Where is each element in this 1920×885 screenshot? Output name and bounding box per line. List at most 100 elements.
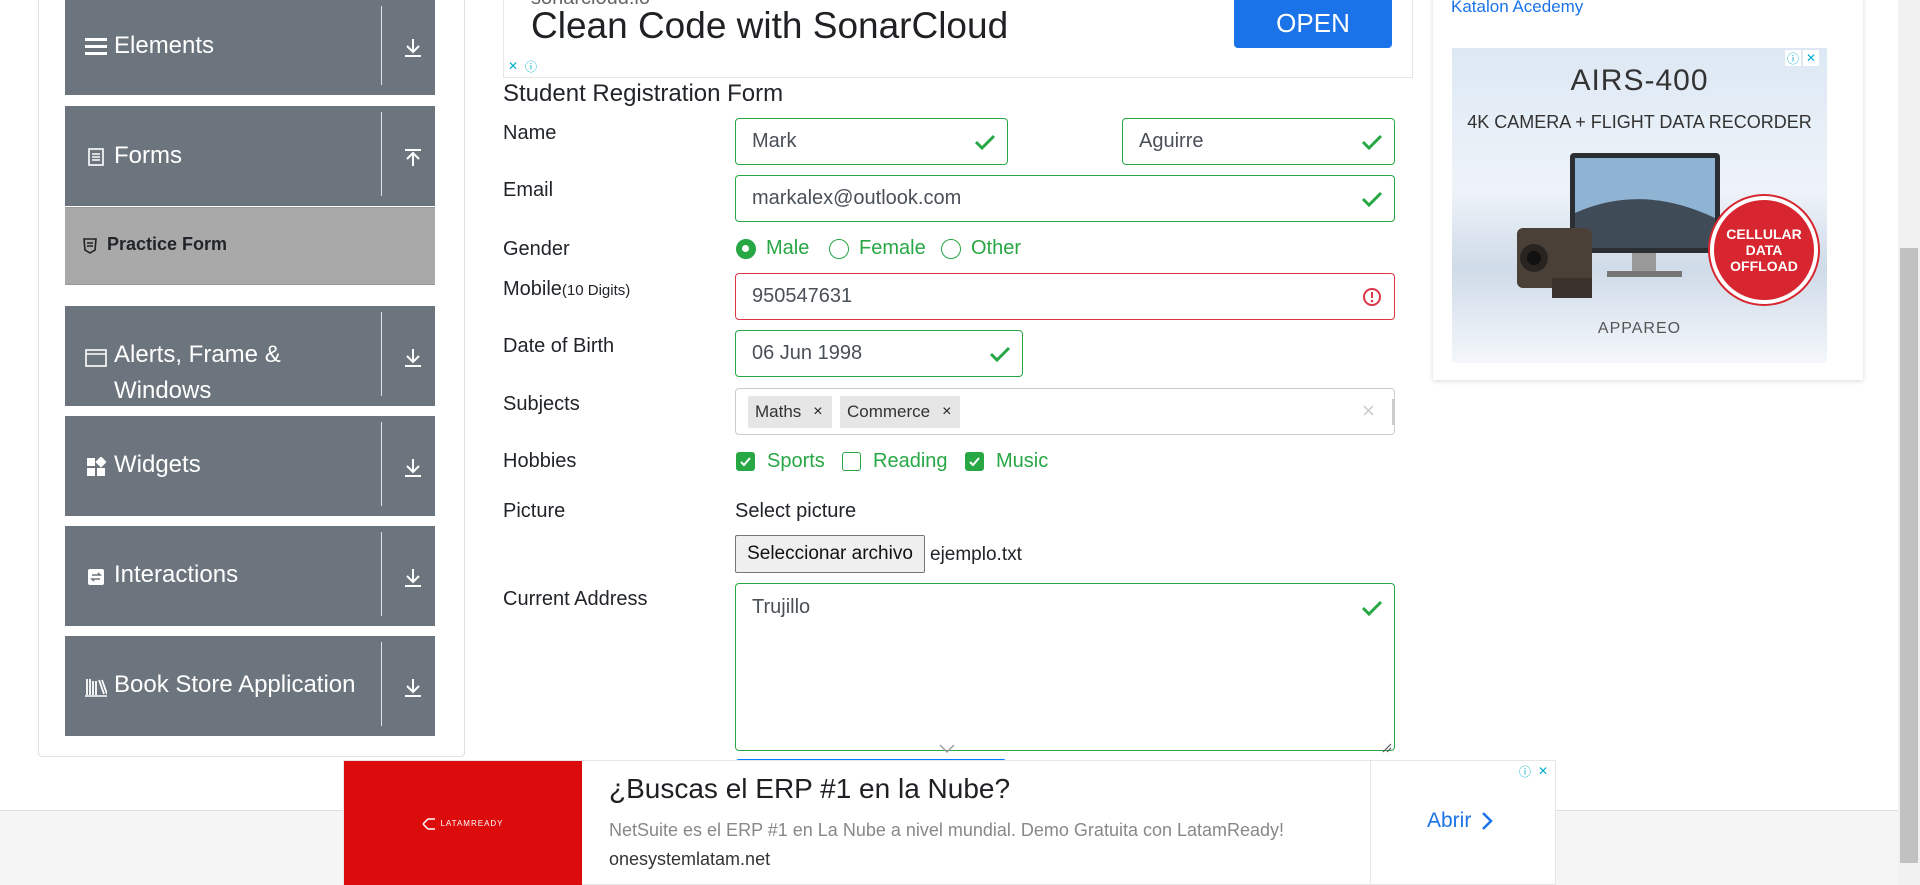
- sidebar-group-label: Forms: [114, 142, 182, 169]
- radio-button[interactable]: [941, 238, 961, 259]
- divider: [1392, 399, 1394, 425]
- radio-label[interactable]: Female: [859, 237, 926, 260]
- checkbox[interactable]: [965, 452, 984, 471]
- divider: [381, 312, 382, 396]
- choose-file-button[interactable]: Seleccionar archivo: [735, 535, 925, 573]
- resize-grip-icon[interactable]: [1380, 736, 1392, 753]
- ad-choices[interactable]: ⓘ ✕: [1517, 763, 1551, 779]
- picture-label: Picture: [503, 500, 566, 522]
- ad-subheadline: 4K CAMERA + FLIGHT DATA RECORDER: [1467, 112, 1812, 132]
- first-name-input[interactable]: Mark: [735, 118, 1008, 165]
- chip-remove-icon[interactable]: ×: [942, 403, 951, 421]
- hobby-checkbox-music[interactable]: Music: [965, 450, 1048, 473]
- email-label: Email: [503, 179, 554, 201]
- info-icon[interactable]: ⓘ: [1785, 50, 1801, 66]
- check-icon: [973, 130, 997, 154]
- sidebar-item-label: Practice Form: [107, 234, 228, 254]
- sidebar-group-forms[interactable]: Forms: [65, 106, 435, 206]
- checkbox-label[interactable]: Music: [996, 450, 1048, 473]
- ad-headline: AIRS-400: [1570, 64, 1709, 97]
- mobile-input[interactable]: 950547631: [735, 273, 1395, 320]
- last-name-input[interactable]: Aguirre: [1122, 118, 1395, 165]
- shield-icon: [83, 238, 97, 259]
- top-ad-banner[interactable]: sonarcloud.io Clean Code with SonarCloud…: [503, 0, 1413, 78]
- sidebar-group-label: Alerts, Frame &: [114, 341, 281, 368]
- document-icon: [85, 146, 107, 168]
- ad-headline[interactable]: Clean Code with SonarCloud: [531, 5, 1008, 47]
- checkbox[interactable]: [842, 452, 861, 471]
- divider: [381, 422, 382, 506]
- ad-choices[interactable]: ✕ ⓘ: [505, 58, 539, 74]
- sidebar-group-alerts[interactable]: Alerts, Frame & Windows: [65, 306, 435, 406]
- ad-open-button[interactable]: OPEN: [1234, 0, 1392, 48]
- sidebar-group-label: Widgets: [114, 451, 201, 478]
- gender-radio-other[interactable]: Other: [941, 237, 1021, 260]
- hamburger-icon: [85, 35, 107, 57]
- checkbox-label[interactable]: Sports: [767, 450, 825, 473]
- sidebar-group-label: Elements: [114, 32, 215, 59]
- sidebar-item-practice-form[interactable]: Practice Form: [65, 207, 435, 285]
- check-icon: [1360, 596, 1384, 620]
- divider: [381, 112, 382, 196]
- download-arrow-icon[interactable]: [401, 456, 425, 480]
- sidebar-group-elements[interactable]: Elements: [65, 0, 435, 95]
- subject-chip: Maths ×: [748, 396, 832, 428]
- download-arrow-icon[interactable]: [401, 36, 425, 60]
- sidebar-group-label-line2: Windows: [114, 377, 212, 404]
- subjects-label: Subjects: [503, 393, 580, 415]
- radio-button[interactable]: [736, 238, 756, 259]
- sidebar-group-widgets[interactable]: Widgets: [65, 416, 435, 516]
- katalon-ad-link[interactable]: Katalon Acedemy: [1451, 0, 1583, 17]
- chip-label: Maths: [755, 402, 802, 421]
- close-icon[interactable]: ✕: [1803, 50, 1819, 66]
- clear-all-icon[interactable]: ×: [1362, 398, 1375, 424]
- checkbox[interactable]: [736, 452, 755, 471]
- check-icon: [1360, 130, 1384, 154]
- download-arrow-icon[interactable]: [401, 566, 425, 590]
- radio-label[interactable]: Male: [766, 237, 809, 260]
- ad-description[interactable]: NetSuite es el ERP #1 en La Nube a nivel…: [609, 820, 1284, 841]
- download-arrow-icon[interactable]: [401, 346, 425, 370]
- ad-headline[interactable]: ¿Buscas el ERP #1 en la Nube?: [609, 773, 1010, 805]
- chip-label: Commerce: [847, 402, 931, 421]
- sidebar-group-book-store[interactable]: Book Store Application: [65, 636, 435, 736]
- dob-input[interactable]: 06 Jun 1998: [735, 330, 1023, 377]
- scrollbar-thumb[interactable]: [1900, 248, 1918, 863]
- mobile-value: 950547631: [752, 285, 853, 307]
- radio-label[interactable]: Other: [971, 237, 1021, 260]
- sidebar-group-interactions[interactable]: Interactions: [65, 526, 435, 626]
- chevron-down-icon[interactable]: [938, 742, 956, 754]
- upload-arrow-icon[interactable]: [401, 146, 425, 170]
- hobby-checkbox-reading[interactable]: Reading: [842, 450, 948, 473]
- divider: [381, 6, 382, 85]
- chevron-right-icon: [1482, 812, 1494, 830]
- mobile-label: Mobile(10 Digits): [503, 278, 631, 300]
- ad-domain[interactable]: onesystemlatam.net: [609, 849, 770, 870]
- airs-ad-banner[interactable]: AIRS-400 4K CAMERA + FLIGHT DATA RECORDE…: [1452, 48, 1827, 363]
- gender-radio-female[interactable]: Female: [829, 237, 926, 260]
- ad-choices[interactable]: ⓘ ✕: [1785, 50, 1819, 66]
- hobby-checkbox-sports[interactable]: Sports: [736, 450, 825, 473]
- chip-remove-icon[interactable]: ×: [813, 403, 822, 421]
- close-icon[interactable]: ✕: [1535, 763, 1551, 779]
- radio-button[interactable]: [829, 238, 849, 259]
- download-arrow-icon[interactable]: [401, 676, 425, 700]
- info-icon[interactable]: ⓘ: [523, 58, 539, 74]
- latamready-logo[interactable]: LATAMREADY: [344, 761, 582, 885]
- check-icon: [1360, 187, 1384, 211]
- hobbies-label: Hobbies: [503, 450, 577, 472]
- gender-radio-male[interactable]: Male: [736, 237, 809, 260]
- name-label: Name: [503, 122, 557, 144]
- address-label: Current Address: [503, 588, 648, 610]
- bottom-ad-banner[interactable]: LATAMREADY ¿Buscas el ERP #1 en la Nube?…: [343, 760, 1556, 885]
- close-icon[interactable]: ✕: [505, 58, 521, 74]
- subjects-input[interactable]: Maths × Commerce × ×: [735, 388, 1395, 435]
- divider: [381, 532, 382, 616]
- checkbox-label[interactable]: Reading: [873, 450, 948, 473]
- email-input[interactable]: markalex@outlook.com: [735, 175, 1395, 222]
- first-name-value: Mark: [752, 130, 797, 152]
- info-icon[interactable]: ⓘ: [1517, 763, 1533, 779]
- ad-open-button[interactable]: Abrir: [1427, 809, 1494, 833]
- check-icon: [988, 342, 1012, 366]
- current-address-textarea[interactable]: Trujillo: [735, 583, 1395, 753]
